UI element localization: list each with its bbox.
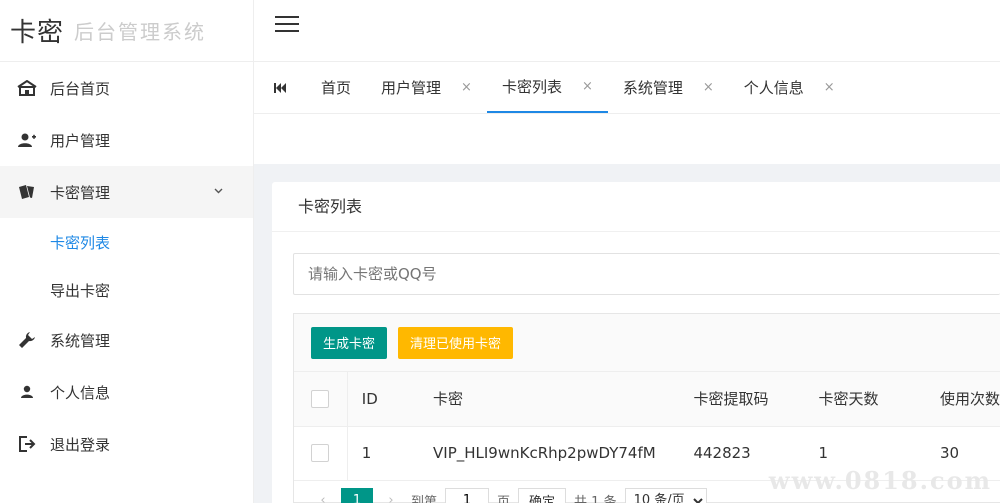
current-page[interactable]: 1 bbox=[341, 487, 373, 503]
cell-card: VIP_HLI9wnKcRhp2pwDY74fM bbox=[433, 426, 694, 481]
row-select-cell bbox=[294, 426, 348, 481]
content-header-space bbox=[254, 114, 1000, 164]
tab-label: 用户管理 bbox=[381, 79, 442, 97]
tab-scroll-first-icon[interactable] bbox=[254, 62, 306, 113]
site-watermark: www.0818.com bbox=[768, 466, 992, 495]
tab-label: 首页 bbox=[321, 79, 352, 97]
goto-label: 到第 bbox=[411, 495, 438, 503]
sidebar-item-label: 卡密管理 bbox=[50, 183, 111, 202]
close-icon[interactable]: × bbox=[824, 80, 835, 95]
chevron-down-icon bbox=[214, 183, 223, 197]
logo-brand: 卡密 bbox=[10, 18, 65, 48]
per-page-select[interactable]: 10 条/页 bbox=[624, 487, 707, 503]
sidebar-item-users[interactable]: 用户管理 bbox=[0, 114, 253, 166]
cell-id: 1 bbox=[347, 426, 434, 481]
sidebar-item-label: 后台首页 bbox=[50, 79, 111, 98]
column-header-id[interactable]: ID bbox=[347, 372, 434, 427]
page-number-input[interactable] bbox=[445, 487, 490, 503]
column-header-days[interactable]: 卡密天数 bbox=[818, 372, 940, 427]
tab-bar: 首页 用户管理 × 卡密列表 × 系统管理 × 个人信息 × bbox=[254, 62, 1000, 114]
card-title: 卡密列表 bbox=[272, 182, 1000, 232]
tab-user-management[interactable]: 用户管理 × bbox=[366, 62, 487, 113]
page-unit-label: 页 bbox=[497, 495, 511, 503]
logout-icon bbox=[16, 435, 38, 453]
tab-home[interactable]: 首页 bbox=[306, 62, 366, 113]
column-header-code[interactable]: 卡密提取码 bbox=[693, 372, 819, 427]
prev-page-button[interactable]: ‹ bbox=[311, 493, 335, 503]
cards-table: ID 卡密 卡密提取码 卡密天数 使用次数 1 VIP_HLI9wnKcRhp2… bbox=[294, 372, 1000, 481]
table-toolbar: 生成卡密 清理已使用卡密 bbox=[294, 314, 1000, 372]
sidebar-item-label: 用户管理 bbox=[50, 131, 111, 150]
table-header-row: ID 卡密 卡密提取码 卡密天数 使用次数 bbox=[294, 372, 1000, 427]
cards-icon bbox=[16, 183, 38, 201]
sidebar-subitem-export-cards[interactable]: 导出卡密 bbox=[0, 266, 253, 314]
menu-toggle-icon[interactable] bbox=[275, 14, 299, 34]
user-icon bbox=[16, 383, 38, 401]
tab-system-management[interactable]: 系统管理 × bbox=[608, 62, 729, 113]
main-content: 卡密列表 生成卡密 清理已使用卡密 ID 卡密 卡密提取码 卡密天数 使用次数 bbox=[254, 114, 1000, 503]
goto-confirm-button[interactable]: 确定 bbox=[518, 487, 567, 503]
sidebar: 卡密 后台管理系统 后台首页 用户管理 卡密管理 卡密列表 导出卡密 系统管理 … bbox=[0, 0, 254, 503]
close-icon[interactable]: × bbox=[582, 79, 593, 94]
wrench-icon bbox=[16, 331, 38, 349]
tab-label: 个人信息 bbox=[743, 79, 804, 97]
sidebar-item-label: 系统管理 bbox=[50, 331, 111, 350]
card-list-panel: 卡密列表 生成卡密 清理已使用卡密 ID 卡密 卡密提取码 卡密天数 使用次数 bbox=[272, 182, 1000, 503]
home-icon bbox=[16, 79, 38, 97]
total-count: 共 1 条 bbox=[574, 495, 617, 503]
close-icon[interactable]: × bbox=[703, 80, 714, 95]
clear-used-cards-button[interactable]: 清理已使用卡密 bbox=[398, 326, 514, 359]
top-header bbox=[254, 0, 1000, 62]
sidebar-item-cards[interactable]: 卡密管理 bbox=[0, 166, 253, 218]
column-header-card[interactable]: 卡密 bbox=[433, 372, 694, 427]
sidebar-item-logout[interactable]: 退出登录 bbox=[0, 418, 253, 470]
logo-subtitle: 后台管理系统 bbox=[74, 20, 207, 44]
column-header-uses[interactable]: 使用次数 bbox=[939, 372, 1000, 427]
tab-card-list[interactable]: 卡密列表 × bbox=[486, 62, 608, 113]
sidebar-item-home[interactable]: 后台首页 bbox=[0, 62, 253, 114]
row-checkbox[interactable] bbox=[311, 444, 329, 462]
close-icon[interactable]: × bbox=[461, 80, 472, 95]
next-page-button[interactable]: › bbox=[379, 493, 403, 503]
tab-label: 系统管理 bbox=[622, 79, 683, 97]
select-all-checkbox[interactable] bbox=[311, 389, 329, 408]
generate-cards-button[interactable]: 生成卡密 bbox=[311, 326, 388, 359]
sidebar-item-label: 退出登录 bbox=[50, 435, 111, 454]
select-all-cell bbox=[294, 372, 348, 427]
tab-profile[interactable]: 个人信息 × bbox=[729, 62, 850, 113]
sidebar-item-profile[interactable]: 个人信息 bbox=[0, 366, 253, 418]
sidebar-subitem-card-list[interactable]: 卡密列表 bbox=[0, 218, 253, 266]
tab-label: 卡密列表 bbox=[501, 78, 562, 96]
logo: 卡密 后台管理系统 bbox=[0, 0, 253, 62]
sidebar-item-label: 个人信息 bbox=[50, 383, 111, 402]
search-input[interactable] bbox=[293, 253, 1000, 295]
users-icon bbox=[16, 131, 38, 149]
sidebar-item-system[interactable]: 系统管理 bbox=[0, 314, 253, 366]
